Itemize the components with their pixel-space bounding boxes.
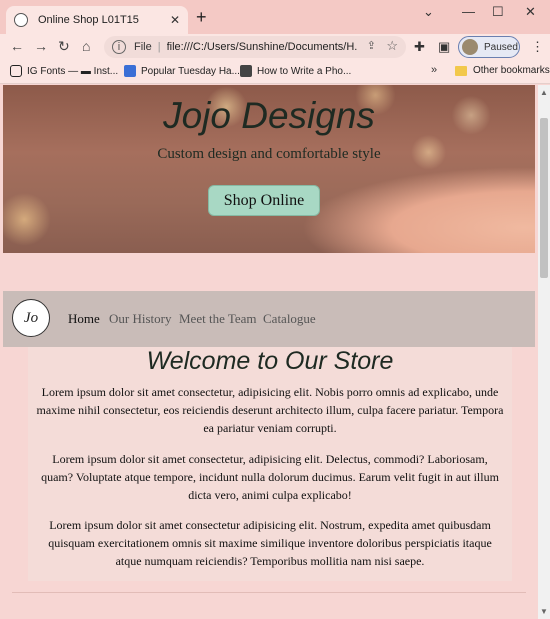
share-icon[interactable]: ⇪	[367, 39, 376, 52]
welcome-paragraph: Lorem ipsum dolor sit amet consectetur a…	[48, 518, 492, 568]
hero-banner: Jojo Designs Custom design and comfortab…	[3, 85, 535, 253]
hero-subtitle: Custom design and comfortable style	[157, 146, 381, 162]
folder-icon	[455, 65, 467, 76]
more-bookmarks-button[interactable]: »	[431, 64, 437, 76]
site-favicon-icon	[14, 13, 28, 27]
forward-button[interactable]: →	[34, 38, 48, 54]
close-tab-icon[interactable]: ✕	[170, 13, 180, 27]
hashtag-icon	[124, 65, 136, 77]
bookmark-label: How to Write a Pho...	[257, 65, 352, 77]
other-bookmarks-label: Other bookmarks	[473, 65, 550, 76]
maximize-button[interactable]: ☐	[492, 4, 504, 20]
welcome-paragraph: Lorem ipsum dolor sit amet consectetur, …	[41, 452, 499, 502]
browser-toolbar: ← → ↻ ⌂ i File | file:///C:/Users/Sunshi…	[0, 34, 550, 60]
minimize-button[interactable]: —	[462, 4, 475, 19]
home-button[interactable]: ⌂	[82, 38, 90, 54]
welcome-title: Welcome to Our Store	[146, 347, 394, 375]
scroll-thumb[interactable]	[540, 118, 548, 278]
hero-title: Jojo Designs	[163, 95, 375, 136]
bookmark-label: IG Fonts — ▬ Inst...	[27, 65, 119, 77]
profile-avatar	[462, 39, 478, 55]
menu-kebab-icon[interactable]: ⋮	[531, 39, 544, 55]
profile-status: Paused	[484, 41, 518, 53]
site-info-icon[interactable]: i	[112, 40, 126, 54]
profile-button[interactable]: Paused	[458, 36, 520, 58]
close-window-button[interactable]: ✕	[525, 4, 536, 20]
bookmark-star-icon[interactable]: ☆	[386, 38, 398, 54]
tab-search-button[interactable]: ⌄	[423, 4, 434, 20]
omnibox-divider: |	[157, 41, 161, 53]
scroll-down-icon[interactable]: ▼	[540, 607, 548, 616]
back-button[interactable]: ←	[10, 38, 24, 54]
nav-link-catalogue[interactable]: Catalogue	[263, 311, 316, 327]
reload-button[interactable]: ↻	[58, 38, 70, 55]
site-logo[interactable]: Jo	[12, 299, 50, 337]
nav-link-our-history[interactable]: Our History	[109, 311, 171, 327]
url-text[interactable]: file:///C:/Users/Sunshine/Documents/H...	[167, 41, 357, 53]
scroll-up-icon[interactable]: ▲	[540, 88, 548, 97]
welcome-paragraph: Lorem ipsum dolor sit amet consectetur, …	[36, 385, 504, 435]
page-scrollbar[interactable]: ▲ ▼	[538, 85, 550, 619]
other-bookmarks-folder[interactable]: Other bookmarks	[455, 65, 550, 76]
bookmark-label: Popular Tuesday Ha...	[141, 65, 240, 77]
bookmarks-bar: IG Fonts — ▬ Inst... Popular Tuesday Ha.…	[0, 60, 550, 84]
new-tab-button[interactable]: +	[196, 7, 207, 28]
section-divider	[12, 592, 526, 593]
instagram-icon	[10, 65, 22, 77]
shop-online-button[interactable]: Shop Online	[208, 185, 320, 216]
nav-link-home[interactable]: Home	[68, 311, 100, 327]
extensions-icon[interactable]: ✚	[414, 39, 425, 55]
page-viewport: Jojo Designs Custom design and comfortab…	[0, 85, 538, 619]
bookmark-item[interactable]: How to Write a Pho...	[240, 65, 351, 77]
side-panel-icon[interactable]: ▣	[438, 39, 450, 55]
scheme-label: File	[134, 41, 152, 53]
welcome-section: Welcome to Our Store Lorem ipsum dolor s…	[28, 347, 512, 581]
address-bar[interactable]: i File | file:///C:/Users/Sunshine/Docum…	[104, 36, 406, 58]
site-navbar: Jo Home Our History Meet the Team Catalo…	[3, 291, 535, 347]
nav-link-meet-the-team[interactable]: Meet the Team	[179, 311, 257, 327]
browser-title-bar: Online Shop L01T15 ✕ + ⌄ — ☐ ✕	[0, 0, 550, 34]
tab-title: Online Shop L01T15	[38, 14, 139, 26]
bookmark-item[interactable]: Popular Tuesday Ha...	[124, 65, 240, 77]
browser-tab[interactable]: Online Shop L01T15 ✕	[6, 6, 188, 34]
video-icon	[240, 65, 252, 77]
bookmark-item[interactable]: IG Fonts — ▬ Inst...	[10, 65, 118, 77]
